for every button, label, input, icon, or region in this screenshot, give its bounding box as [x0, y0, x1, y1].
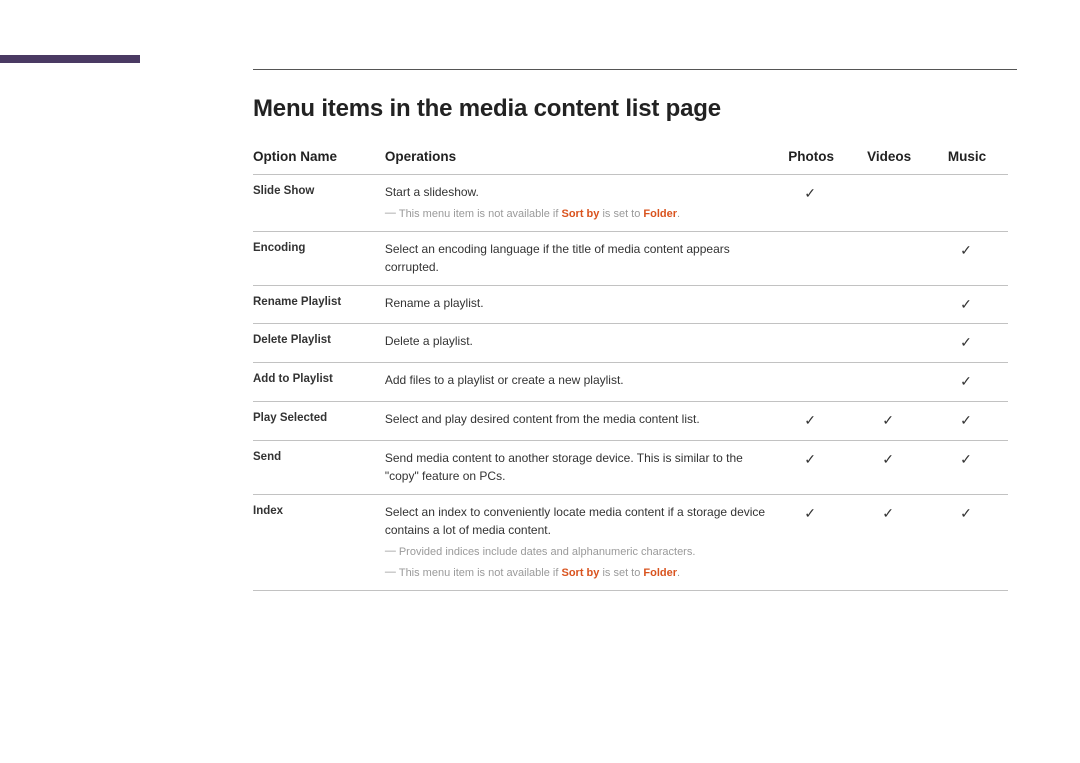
check-photos: ✓ [774, 401, 852, 440]
check-music: ✓ [930, 324, 1008, 363]
option-name-cell: Play Selected [253, 401, 385, 440]
check-music: ✓ [930, 494, 1008, 590]
note-mid: is set to [599, 567, 643, 579]
operations-cell: Select an encoding language if the title… [385, 231, 774, 285]
operations-cell: Delete a playlist. [385, 324, 774, 363]
col-music: Music [930, 141, 1008, 174]
option-name-cell: Add to Playlist [253, 363, 385, 402]
operations-cell: Select and play desired content from the… [385, 401, 774, 440]
table-row: Send Send media content to another stora… [253, 440, 1008, 494]
note-pre: Provided indices include dates and alpha… [399, 546, 696, 558]
note-pre: This menu item is not available if [399, 567, 562, 579]
operations-text: Add files to a playlist or create a new … [385, 373, 624, 387]
col-option-name: Option Name [253, 141, 385, 174]
note-bold: Folder [643, 567, 677, 579]
note-bold: Folder [643, 208, 677, 220]
option-name-cell: Rename Playlist [253, 285, 385, 324]
option-name-cell: Encoding [253, 231, 385, 285]
operations-cell: Select an index to conveniently locate m… [385, 494, 774, 590]
table-row: Index Select an index to conveniently lo… [253, 494, 1008, 590]
check-videos: ✓ [852, 494, 930, 590]
check-photos: ✓ [774, 440, 852, 494]
col-videos: Videos [852, 141, 930, 174]
operations-cell: Rename a playlist. [385, 285, 774, 324]
top-rule [253, 69, 1017, 70]
operations-text: Start a slideshow. [385, 185, 479, 199]
option-name-cell: Send [253, 440, 385, 494]
check-videos [852, 324, 930, 363]
table-row: Rename Playlist Rename a playlist. ✓ [253, 285, 1008, 324]
check-videos [852, 231, 930, 285]
table-row: Encoding Select an encoding language if … [253, 231, 1008, 285]
col-photos: Photos [774, 141, 852, 174]
note-line: Provided indices include dates and alpha… [385, 544, 768, 561]
option-name-cell: Index [253, 494, 385, 590]
check-photos [774, 363, 852, 402]
note-post: . [677, 208, 680, 220]
check-music: ✓ [930, 363, 1008, 402]
table-row: Delete Playlist Delete a playlist. ✓ [253, 324, 1008, 363]
check-photos [774, 231, 852, 285]
check-videos: ✓ [852, 440, 930, 494]
operations-cell: Start a slideshow. This menu item is not… [385, 174, 774, 231]
check-music: ✓ [930, 440, 1008, 494]
check-photos [774, 324, 852, 363]
operations-cell: Send media content to another storage de… [385, 440, 774, 494]
table-row: Slide Show Start a slideshow. This menu … [253, 174, 1008, 231]
note-post: . [677, 567, 680, 579]
note-pre: This menu item is not available if [399, 208, 562, 220]
check-music: ✓ [930, 231, 1008, 285]
note-bold: Sort by [561, 567, 599, 579]
check-videos [852, 285, 930, 324]
check-photos: ✓ [774, 174, 852, 231]
operations-text: Select an encoding language if the title… [385, 242, 730, 275]
note-line: This menu item is not available if Sort … [385, 206, 768, 223]
check-music [930, 174, 1008, 231]
check-videos [852, 363, 930, 402]
menu-items-table: Option Name Operations Photos Videos Mus… [253, 141, 1008, 591]
option-name-cell: Delete Playlist [253, 324, 385, 363]
check-music: ✓ [930, 285, 1008, 324]
table-row: Add to Playlist Add files to a playlist … [253, 363, 1008, 402]
operations-text: Select an index to conveniently locate m… [385, 505, 765, 538]
note-bold: Sort by [561, 208, 599, 220]
col-operations: Operations [385, 141, 774, 174]
check-photos [774, 285, 852, 324]
page-title: Menu items in the media content list pag… [253, 95, 1017, 123]
accent-bar [0, 55, 140, 63]
operations-text: Delete a playlist. [385, 334, 473, 348]
check-videos [852, 174, 930, 231]
operations-cell: Add files to a playlist or create a new … [385, 363, 774, 402]
operations-text: Select and play desired content from the… [385, 412, 700, 426]
table-row: Play Selected Select and play desired co… [253, 401, 1008, 440]
check-videos: ✓ [852, 401, 930, 440]
table-header-row: Option Name Operations Photos Videos Mus… [253, 141, 1008, 174]
note-line: This menu item is not available if Sort … [385, 565, 768, 582]
operations-text: Rename a playlist. [385, 296, 484, 310]
content-region: Menu items in the media content list pag… [253, 95, 1017, 591]
option-name-cell: Slide Show [253, 174, 385, 231]
note-mid: is set to [599, 208, 643, 220]
check-photos: ✓ [774, 494, 852, 590]
operations-text: Send media content to another storage de… [385, 451, 743, 484]
check-music: ✓ [930, 401, 1008, 440]
